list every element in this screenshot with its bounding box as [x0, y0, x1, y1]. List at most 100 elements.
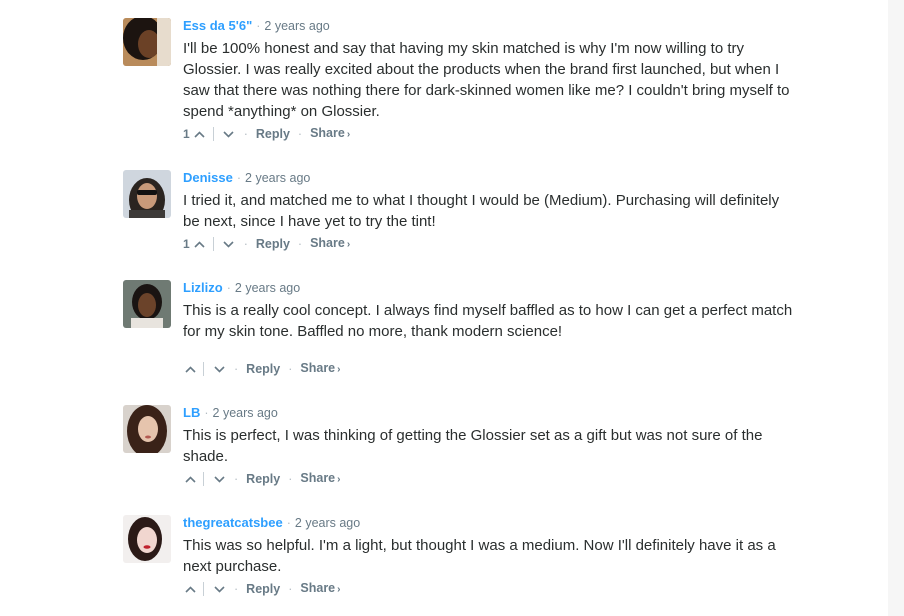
chevron-up-icon: [184, 585, 196, 593]
avatar[interactable]: [123, 18, 171, 66]
comment-meta: Lizlizo · 2 years ago: [183, 279, 793, 297]
avatar-image: [123, 170, 171, 218]
avatar[interactable]: [123, 170, 171, 218]
avatar-image: [123, 18, 171, 66]
comment-footer: · Reply · Share ›: [183, 580, 340, 598]
author-name[interactable]: Ess da 5'6": [183, 18, 252, 33]
comment-footer: · Reply · Share ›: [183, 360, 340, 378]
footer-separator: ·: [288, 472, 293, 486]
meta-separator: ·: [236, 171, 242, 185]
reply-button[interactable]: Reply: [246, 580, 280, 598]
upvote-count: 1: [183, 127, 190, 141]
share-label: Share: [310, 126, 345, 140]
chevron-up-icon: [194, 240, 205, 248]
chevron-up-icon: [184, 475, 196, 483]
avatar[interactable]: [123, 515, 171, 563]
vote-divider: [203, 472, 204, 486]
comment-text: I tried it, and matched me to what I tho…: [183, 190, 793, 232]
timestamp[interactable]: 2 years ago: [213, 406, 278, 420]
downvote-button[interactable]: [212, 362, 226, 376]
comment-body: LB · 2 years ago This is perfect, I was th…: [183, 404, 793, 486]
upvote-button[interactable]: [183, 582, 197, 596]
footer-separator: ·: [297, 237, 303, 251]
comment-text: I'll be 100% honest and say that having …: [183, 38, 793, 122]
avatar[interactable]: [123, 405, 171, 453]
author-name[interactable]: LB: [183, 405, 200, 420]
share-label: Share: [310, 236, 345, 250]
meta-separator: ·: [286, 516, 291, 530]
footer-separator: ·: [234, 582, 239, 596]
share-arrow-icon: ›: [337, 474, 341, 485]
reply-button[interactable]: Reply: [246, 470, 280, 488]
footer-separator: ·: [234, 472, 239, 486]
comment-paragraph: This is a really cool concept. I always …: [183, 302, 793, 340]
reply-button[interactable]: Reply: [246, 360, 280, 378]
footer-separator: ·: [288, 582, 293, 596]
comment-text: This is a really cool concept. I always …: [183, 300, 793, 342]
share-button[interactable]: Share ›: [310, 124, 350, 144]
author-name[interactable]: thegreatcatsbee: [183, 515, 283, 530]
chevron-down-icon: [223, 240, 234, 248]
comment-footer: 1 · Reply · Share ›: [183, 125, 350, 143]
avatar-image: [123, 280, 171, 328]
share-arrow-icon: ›: [346, 239, 351, 250]
author-name[interactable]: Lizlizo: [183, 280, 223, 295]
share-button[interactable]: Share ›: [310, 234, 350, 254]
upvote-button[interactable]: [183, 472, 197, 486]
share-label: Share: [300, 471, 336, 485]
comment-meta: Ess da 5'6" · 2 years ago: [183, 17, 793, 35]
comment-meta: Denisse · 2 years ago: [183, 169, 793, 187]
reply-button[interactable]: Reply: [256, 125, 290, 143]
avatar[interactable]: [123, 280, 171, 328]
downvote-button[interactable]: [222, 237, 236, 251]
footer-separator: ·: [243, 237, 248, 251]
comment-paragraph: I tried it, and matched me to what I tho…: [183, 192, 780, 230]
upvote-count: 1: [183, 237, 190, 251]
timestamp[interactable]: 2 years ago: [264, 19, 329, 33]
avatar-image: [123, 405, 171, 453]
comment-body: Ess da 5'6" · 2 years ago I'll be 100% hon…: [183, 17, 793, 141]
comment-text: This was so helpful. I'm a light, but th…: [183, 535, 793, 577]
chevron-up-icon: [184, 365, 196, 373]
comment-body: thegreatcatsbee · 2 years ago This was so …: [183, 514, 793, 596]
upvote-button[interactable]: [193, 237, 207, 251]
footer-separator: ·: [297, 127, 303, 141]
comment-paragraph: I'll be 100% honest and say that having …: [183, 40, 790, 120]
comment-footer: · Reply · Share ›: [183, 470, 340, 488]
footer-separator: ·: [288, 362, 293, 376]
footer-separator: ·: [243, 127, 248, 141]
share-label: Share: [300, 361, 336, 375]
meta-separator: ·: [204, 406, 209, 420]
chevron-down-icon: [213, 585, 225, 593]
meta-separator: ·: [256, 19, 261, 33]
vote-divider: [203, 582, 204, 596]
comment-meta: LB · 2 years ago: [183, 404, 793, 422]
share-button[interactable]: Share ›: [300, 359, 340, 379]
footer-separator: ·: [234, 362, 239, 376]
upvote-button[interactable]: [183, 362, 197, 376]
timestamp[interactable]: 2 years ago: [295, 516, 360, 530]
comment-paragraph: This was so helpful. I'm a light, but th…: [183, 537, 776, 575]
vote-divider: [212, 237, 214, 251]
chevron-down-icon: [223, 130, 234, 138]
author-name[interactable]: Denisse: [183, 170, 233, 185]
timestamp[interactable]: 2 years ago: [235, 281, 300, 295]
comment-meta: thegreatcatsbee · 2 years ago: [183, 514, 793, 532]
share-button[interactable]: Share ›: [300, 579, 340, 599]
scrollbar-track[interactable]: [888, 0, 904, 616]
downvote-button[interactable]: [212, 472, 226, 486]
chevron-down-icon: [213, 365, 225, 373]
chevron-down-icon: [213, 475, 225, 483]
timestamp[interactable]: 2 years ago: [245, 171, 310, 185]
downvote-button[interactable]: [222, 127, 236, 141]
comment-text: This is perfect, I was thinking of getti…: [183, 425, 793, 467]
downvote-button[interactable]: [212, 582, 226, 596]
share-button[interactable]: Share ›: [300, 469, 340, 489]
reply-button[interactable]: Reply: [256, 235, 290, 253]
chevron-up-icon: [194, 130, 205, 138]
vote-divider: [212, 127, 214, 141]
comment-body: Lizlizo · 2 years ago This is a really coo…: [183, 279, 793, 376]
share-label: Share: [300, 581, 336, 595]
upvote-button[interactable]: [193, 127, 207, 141]
share-arrow-icon: ›: [346, 129, 351, 140]
